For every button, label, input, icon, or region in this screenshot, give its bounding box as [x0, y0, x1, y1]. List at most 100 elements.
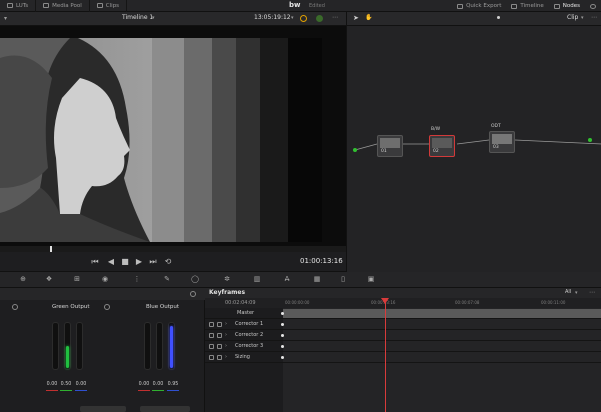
settings-button[interactable] — [585, 3, 601, 9]
blue-green-slider[interactable] — [156, 322, 163, 370]
keyframe-row-sizing[interactable]: › Sizing — [205, 352, 601, 363]
tracker-icon[interactable]: ▦ — [312, 275, 322, 284]
lock-icon[interactable] — [209, 355, 214, 360]
node-number: 03 — [493, 145, 499, 150]
swap-channels-button[interactable] — [140, 406, 190, 412]
node-02-label: B/W — [431, 127, 441, 132]
expand-icon[interactable]: › — [225, 332, 227, 338]
node-03[interactable]: 03 — [489, 131, 515, 153]
stop-icon[interactable]: ■ — [120, 257, 130, 267]
reset-all-icon[interactable] — [190, 291, 196, 297]
project-status: Edited — [309, 3, 325, 9]
curves-icon[interactable]: ◯ — [190, 275, 200, 284]
keyframes-filter-select[interactable]: All — [565, 289, 571, 295]
keyframe-row-master[interactable]: Master — [205, 308, 601, 319]
play-reverse-icon[interactable]: ◀ — [106, 257, 116, 267]
lock-icon[interactable] — [209, 322, 214, 327]
green-red-slider[interactable] — [52, 322, 59, 370]
timeline-name[interactable]: Timeline 1 — [122, 14, 153, 21]
keyframe-row-corrector-2[interactable]: › Corrector 2 — [205, 330, 601, 341]
quick-export-button[interactable]: Quick Export — [452, 3, 506, 9]
blue-channel-marker — [75, 390, 87, 391]
node-mode-select[interactable]: Clip — [567, 14, 578, 21]
hand-icon[interactable]: ✋ — [365, 14, 372, 21]
keyframes-ruler[interactable]: 00:02:04:09 00:00:00:00 00:00:03:16 00:0… — [205, 298, 601, 308]
blue-red-slider[interactable] — [144, 322, 151, 370]
color-wheels-icon[interactable]: ⊞ — [72, 275, 82, 284]
keyframe-dot[interactable] — [281, 356, 284, 359]
node-number: 01 — [381, 149, 387, 154]
node-number: 02 — [433, 149, 439, 154]
keyframe-dot[interactable] — [281, 323, 284, 326]
rgb-mixer-icon[interactable]: ⋮ — [132, 275, 142, 284]
green-blue-slider[interactable] — [76, 322, 83, 370]
play-icon[interactable]: ▶ — [134, 257, 144, 267]
input-point[interactable] — [353, 148, 357, 152]
keyframe-dot[interactable] — [281, 345, 284, 348]
viewer[interactable] — [0, 26, 346, 246]
keyframe-dot[interactable] — [281, 334, 284, 337]
expand-icon[interactable]: › — [225, 354, 227, 360]
node-02[interactable]: 02 — [429, 135, 455, 157]
skip-to-start-icon[interactable]: ⏮ — [90, 257, 100, 267]
blue-output-red-value[interactable]: 0.00 — [137, 382, 151, 387]
keyframe-mode-icon[interactable] — [217, 333, 222, 338]
reset-green-icon[interactable] — [12, 304, 18, 310]
green-output-title: Green Output — [52, 304, 90, 310]
green-output-green-value[interactable]: 0.50 — [59, 382, 73, 387]
camera-raw-icon[interactable]: ⊕ — [18, 275, 28, 284]
skip-to-end-icon[interactable]: ⏭ — [148, 257, 158, 267]
motion-effects-icon[interactable]: ✎ — [162, 275, 172, 284]
color-match-icon[interactable]: ❖ — [44, 275, 54, 284]
keyframe-row-corrector-3[interactable]: › Corrector 3 — [205, 341, 601, 352]
node-03-label: ODT — [491, 124, 501, 129]
node-01[interactable]: 01 — [377, 135, 403, 157]
timecode-dropdown-icon[interactable]: ▾ — [291, 15, 294, 21]
key-icon[interactable]: ▣ — [366, 275, 376, 284]
keyframe-dot[interactable] — [281, 312, 284, 315]
pointer-icon[interactable]: ➤ — [353, 14, 359, 22]
color-warper-icon[interactable]: ✲ — [222, 275, 232, 284]
gallery-icon[interactable] — [300, 15, 307, 22]
more-options-icon[interactable]: ⋯ — [332, 14, 338, 21]
timeline-dropdown-icon[interactable]: ▾ — [152, 15, 155, 21]
green-green-slider[interactable] — [64, 322, 71, 370]
node-mode-dropdown-icon[interactable]: ▾ — [581, 15, 584, 21]
node-graph[interactable]: 01 B/W 02 ODT 03 — [346, 26, 601, 272]
keyframe-mode-icon[interactable] — [217, 355, 222, 360]
keyframes-options-icon[interactable]: ⋯ — [589, 289, 595, 296]
blue-output-blue-value[interactable]: 0.95 — [166, 382, 180, 387]
row-label: Sizing — [235, 354, 250, 360]
loop-icon[interactable]: ⟲ — [163, 257, 173, 267]
blur-icon[interactable]: ▯ — [338, 275, 348, 284]
luts-button[interactable]: LUTs — [0, 0, 37, 12]
blue-blue-slider[interactable] — [168, 322, 175, 370]
clips-button[interactable]: Clips — [90, 0, 128, 12]
keyframe-row-corrector-1[interactable]: › Corrector 1 — [205, 319, 601, 330]
nodes-options-icon[interactable]: ⋯ — [591, 14, 597, 21]
hdr-icon[interactable]: ◉ — [100, 275, 110, 284]
expand-icon[interactable]: › — [225, 343, 227, 349]
nodes-button[interactable]: Nodes — [549, 3, 585, 9]
timeline-button[interactable]: Timeline — [506, 3, 548, 9]
lock-icon[interactable] — [209, 333, 214, 338]
filter-dropdown-icon[interactable]: ▾ — [575, 290, 578, 296]
lock-icon[interactable] — [209, 344, 214, 349]
reset-blue-icon[interactable] — [104, 304, 110, 310]
media-pool-button[interactable]: Media Pool — [36, 0, 90, 12]
qualifier-icon[interactable]: ▥ — [252, 275, 262, 284]
blue-output-green-value[interactable]: 0.00 — [151, 382, 165, 387]
playhead[interactable] — [385, 298, 386, 412]
rgb-mixer-header — [0, 288, 205, 300]
output-point[interactable] — [588, 138, 592, 142]
viewer-options-icon[interactable]: ▾ — [4, 15, 7, 22]
green-output-red-value[interactable]: 0.00 — [45, 382, 59, 387]
keyframe-mode-icon[interactable] — [217, 322, 222, 327]
green-output-blue-value[interactable]: 0.00 — [74, 382, 88, 387]
keyframes-timecode: 00:02:04:09 — [225, 300, 256, 306]
preserve-luminance-button[interactable] — [80, 406, 126, 412]
highlight-icon[interactable] — [316, 15, 323, 22]
expand-icon[interactable]: › — [225, 321, 227, 327]
window-icon[interactable]: A̶ — [282, 275, 292, 284]
keyframe-mode-icon[interactable] — [217, 344, 222, 349]
